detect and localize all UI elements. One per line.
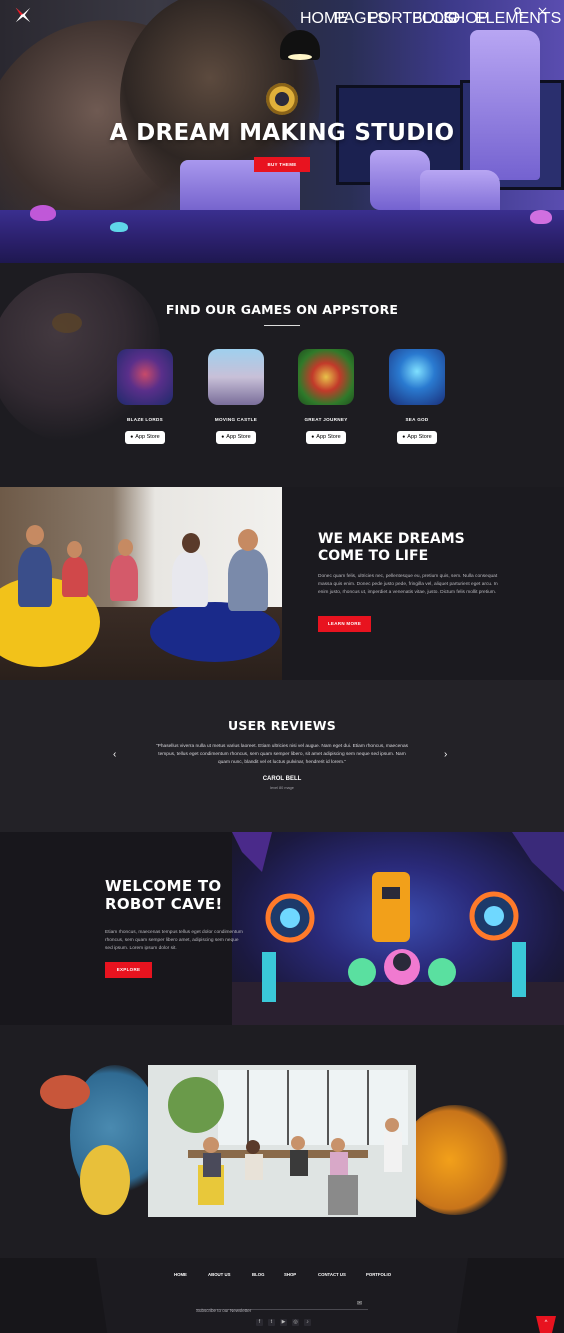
game-name: SEA GOD [405, 417, 429, 422]
facebook-icon[interactable]: f [256, 1319, 263, 1326]
hero-rock [470, 30, 540, 180]
app-store-badge[interactable]: ● App Store [397, 431, 437, 444]
reviewer-role: level 80 mage [270, 786, 294, 790]
game-card-moving-castle: MOVING CASTLE ● App Store [206, 349, 266, 444]
site-logo[interactable] [14, 6, 32, 24]
review-quote: "Phasellus viverra nulla ut metus varius… [155, 744, 409, 765]
person-image [228, 549, 268, 611]
lamp-image [280, 30, 320, 60]
footer-nav-home[interactable]: HOME [174, 1272, 187, 1277]
reviews-section: USER REVIEWS ‹ "Phasellus viverra nulla … [0, 680, 564, 832]
studio-emblem-icon [266, 83, 298, 115]
monster-belly [80, 1145, 130, 1215]
hero-title: A DREAM MAKING STUDIO [109, 120, 455, 146]
footer-nav-about-us[interactable]: ABOUT US [208, 1272, 230, 1277]
game-card-blaze-lords: BLAZE LORDS ● App Store [115, 349, 175, 444]
person-head [67, 541, 82, 558]
prev-arrow-icon[interactable]: ‹ [113, 749, 116, 760]
dreams-title-line: COME TO LIFE [318, 548, 429, 564]
footer-nav-shop[interactable]: SHOP [284, 1272, 296, 1277]
robot-title-line: WELCOME TO [105, 877, 222, 895]
twitter-icon[interactable]: t [268, 1319, 275, 1326]
footer-nav-blog[interactable]: BLOG [252, 1272, 264, 1277]
mushroom-image [30, 205, 56, 221]
robot-cave-image [232, 832, 564, 1025]
badge-label: App Store [316, 434, 341, 440]
appstore-title: FIND OUR GAMES ON APPSTORE [165, 302, 399, 317]
dreams-title-line: WE MAKE DREAMS [318, 531, 465, 547]
person-head [238, 529, 258, 551]
robot-text: Etiam rhoncus, maecenas tempus tellus eg… [105, 930, 243, 951]
office-illustration [148, 1065, 416, 1217]
tiktok-icon[interactable]: ♪ [304, 1319, 311, 1326]
beanbag-image [150, 602, 280, 662]
person-image [62, 557, 88, 597]
send-icon[interactable]: ✉ [357, 1300, 362, 1307]
search-icon[interactable] [514, 7, 523, 16]
robot-title-line: ROBOT CAVE! [105, 895, 223, 913]
apple-icon: ● [402, 434, 406, 440]
hero-ground [0, 210, 564, 263]
app-store-badge[interactable]: ● App Store [306, 431, 346, 444]
reviewer-name: CAROL BELL [262, 776, 302, 782]
badge-label: App Store [226, 434, 251, 440]
office-section [0, 1025, 564, 1258]
reviews-title: USER REVIEWS [228, 718, 336, 733]
game-name: GREAT JOURNEY [304, 417, 348, 422]
apple-icon: ● [221, 434, 225, 440]
game-name: BLAZE LORDS [127, 417, 163, 422]
instagram-icon[interactable]: ◎ [292, 1319, 299, 1326]
game-art-blaze-lords[interactable] [117, 349, 173, 405]
game-card-sea-god: SEA GOD ● App Store [387, 349, 447, 444]
person-image [110, 555, 138, 601]
game-art-moving-castle[interactable] [208, 349, 264, 405]
mushroom-image [530, 210, 552, 224]
office-photo[interactable] [148, 1065, 416, 1217]
person-head [118, 539, 133, 556]
game-art-great-journey[interactable] [298, 349, 354, 405]
apple-icon: ● [130, 434, 134, 440]
robot-cave-section: WELCOME TO ROBOT CAVE! Etiam rhoncus, ma… [0, 832, 564, 1025]
buy-theme-button[interactable]: BUY THEME [254, 157, 310, 172]
next-arrow-icon[interactable]: › [444, 749, 447, 760]
badge-label: App Store [407, 434, 432, 440]
robot-illustration [232, 832, 564, 1025]
footer-nav-contact-us[interactable]: CONTACT US [318, 1272, 346, 1277]
robot-title: WELCOME TO ROBOT CAVE! [105, 877, 223, 913]
dreams-section: WE MAKE DREAMS COME TO LIFE Donec quam f… [0, 487, 564, 680]
game-name: MOVING CASTLE [214, 417, 258, 422]
badge-label: App Store [135, 434, 160, 440]
monster-right-image [400, 1105, 510, 1215]
team-photo [0, 487, 282, 680]
hero-section: HOME PAGES PORTFOLIO BLOG SHOP ELEMENTS … [0, 0, 564, 263]
newsletter-input[interactable] [196, 1305, 346, 1316]
learn-more-button[interactable]: LEARN MORE [318, 616, 371, 632]
app-store-badge[interactable]: ● App Store [216, 431, 256, 444]
explore-button[interactable]: EXPLORE [105, 962, 152, 978]
dreams-title: WE MAKE DREAMS COME TO LIFE [318, 531, 465, 565]
person-image [172, 552, 208, 607]
mushroom-image [110, 222, 128, 232]
person-head [182, 533, 200, 553]
game-art-sea-god[interactable] [389, 349, 445, 405]
appstore-section: FIND OUR GAMES ON APPSTORE BLAZE LORDS ●… [0, 263, 564, 487]
person-head [26, 525, 44, 545]
title-divider [264, 325, 300, 326]
youtube-icon[interactable]: ▶ [280, 1319, 287, 1326]
page: HOME PAGES PORTFOLIO BLOG SHOP ELEMENTS … [0, 0, 564, 1333]
apple-icon: ● [311, 434, 315, 440]
game-card-great-journey: GREAT JOURNEY ● App Store [296, 349, 356, 444]
newsletter-form: ✉ [196, 1299, 368, 1316]
close-icon[interactable] [538, 7, 547, 16]
app-store-badge[interactable]: ● App Store [125, 431, 165, 444]
person-image [18, 547, 52, 607]
dreams-text: Donec quam felis, ultricies nec, pellent… [318, 574, 498, 595]
footer: HOME ABOUT US BLOG SHOP CONTACT US PORTF… [0, 1258, 564, 1333]
footer-nav-portfolio[interactable]: PORTFOLIO [366, 1272, 391, 1277]
monster-horn [40, 1075, 90, 1109]
social-links: f t ▶ ◎ ♪ [256, 1319, 311, 1326]
